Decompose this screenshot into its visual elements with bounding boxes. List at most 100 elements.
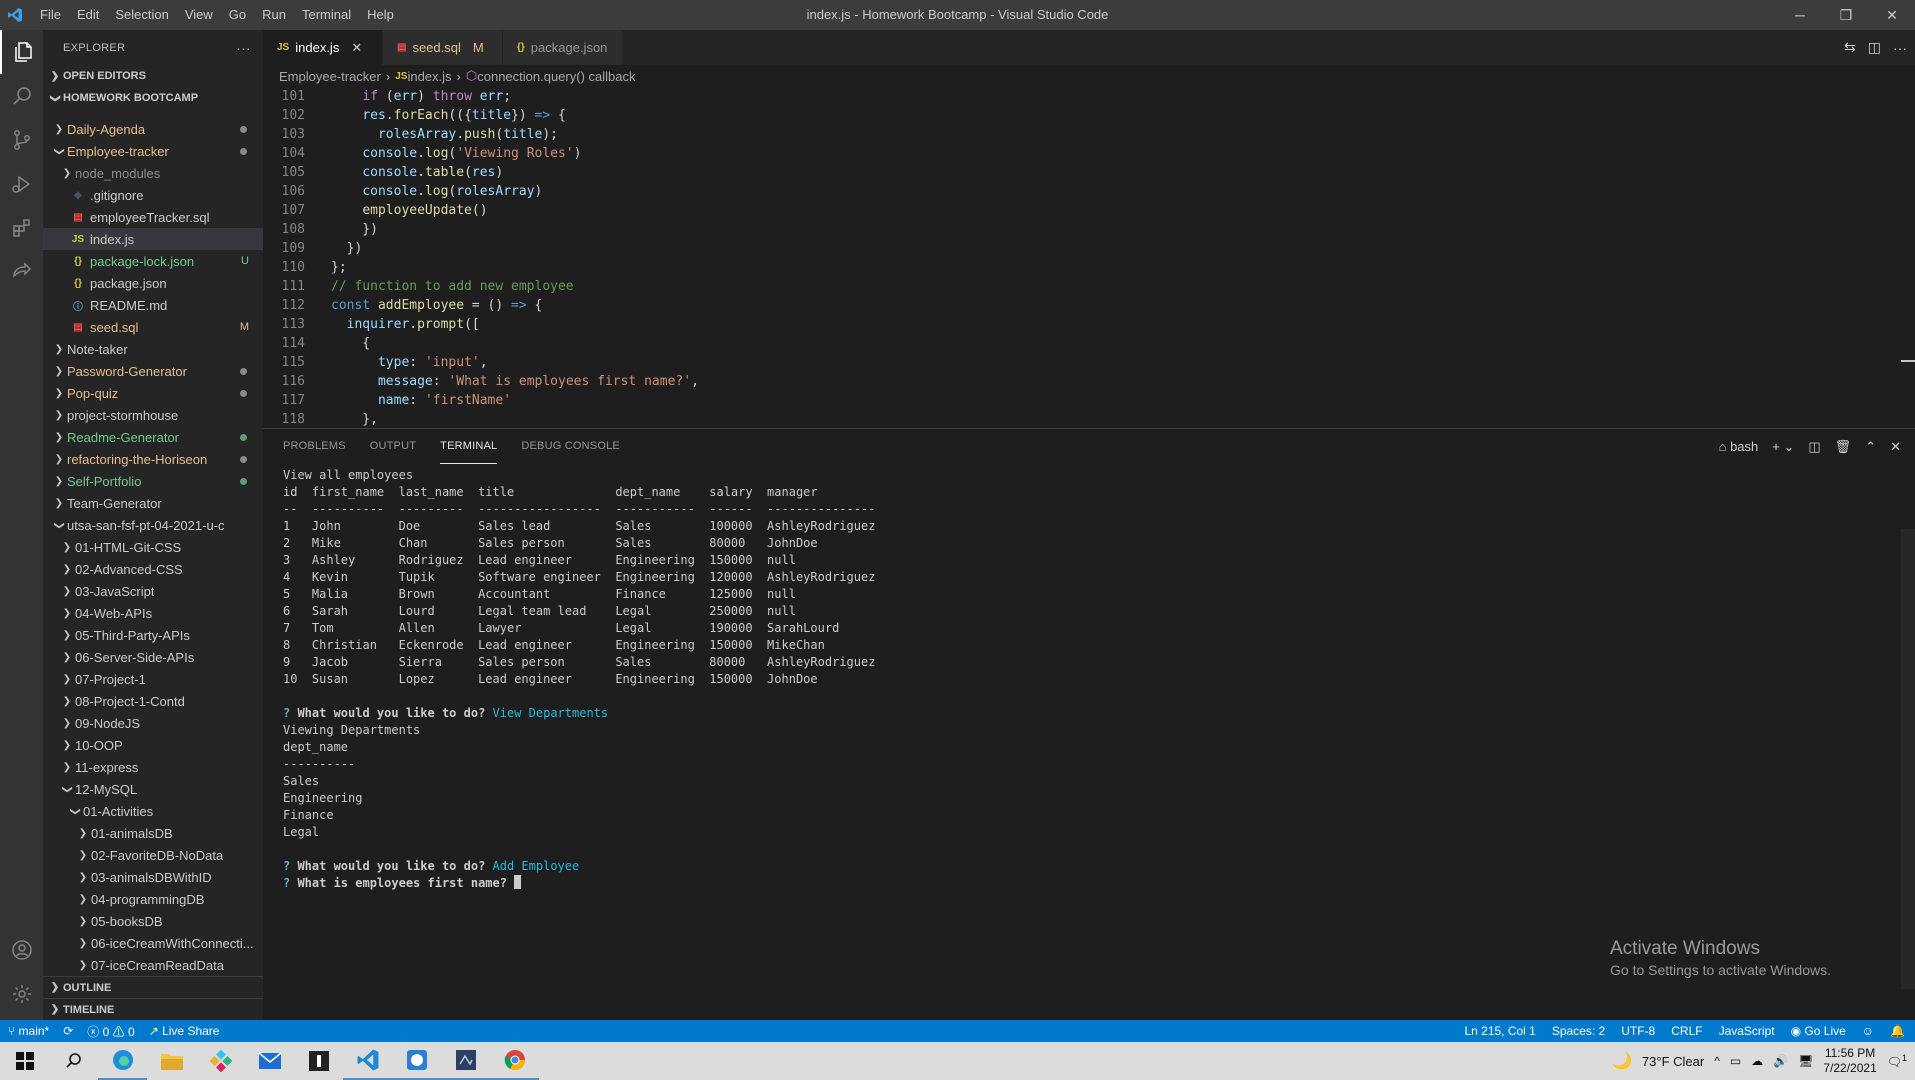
search-icon[interactable] xyxy=(0,74,43,118)
settings-gear-icon[interactable] xyxy=(0,972,43,1016)
folder-item[interactable]: ❯ 07-iceCreamReadData xyxy=(43,954,263,976)
source-control-icon[interactable] xyxy=(0,118,43,162)
maximize-panel-icon[interactable]: ⌃ xyxy=(1865,439,1876,455)
folder-item[interactable]: ❯ Pop-quiz xyxy=(43,382,263,404)
encoding[interactable]: UTF-8 xyxy=(1621,1024,1655,1038)
windows-start-icon[interactable] xyxy=(0,1042,49,1080)
panel-tab-problems[interactable]: PROBLEMS xyxy=(283,429,346,464)
folder-item[interactable]: ❯ Note-taker xyxy=(43,338,263,360)
folder-item[interactable]: ❯ 04-programmingDB xyxy=(43,888,263,910)
file-item[interactable]: {} package.json xyxy=(43,272,263,294)
file-item[interactable]: ▤ employeeTracker.sql xyxy=(43,206,263,228)
folder-item[interactable]: ❯ utsa-san-fsf-pt-04-2021-u-c xyxy=(43,514,263,536)
onedrive-icon[interactable]: ☁ xyxy=(1751,1054,1763,1068)
folder-item[interactable]: ❯ 05-booksDB xyxy=(43,910,263,932)
folder-item[interactable]: ❯ refactoring-the-Horiseon xyxy=(43,448,263,470)
panel-tab-debug-console[interactable]: DEBUG CONSOLE xyxy=(521,429,620,464)
breadcrumb-item[interactable]: connection.query() callback xyxy=(477,69,635,84)
vscode-logo-icon[interactable] xyxy=(2,0,28,30)
folder-item[interactable]: ❯ 07-Project-1 xyxy=(43,668,263,690)
weather-icon[interactable]: 🌙 xyxy=(1612,1051,1632,1071)
breadcrumb-item[interactable]: index.js xyxy=(407,69,451,84)
folder-item[interactable]: ❯ node_modules xyxy=(43,162,263,184)
menu-view[interactable]: View xyxy=(177,0,221,30)
chrome-icon[interactable] xyxy=(490,1042,539,1080)
menu-edit[interactable]: Edit xyxy=(69,0,107,30)
open-editors-section[interactable]: ❯ OPEN EDITORS xyxy=(43,65,263,87)
menu-terminal[interactable]: Terminal xyxy=(294,0,359,30)
edge-browser-icon[interactable] xyxy=(98,1042,147,1080)
taskbar-search-icon[interactable] xyxy=(49,1042,98,1080)
tab-package-json[interactable]: {} package.json xyxy=(503,30,623,65)
folder-item[interactable]: ❯ Employee-tracker xyxy=(43,140,263,162)
open-changes-icon[interactable]: ⇆ xyxy=(1844,39,1856,56)
close-tab-icon[interactable]: ✕ xyxy=(351,40,362,56)
folder-item[interactable]: ❯ 12-MySQL xyxy=(43,778,263,800)
file-item[interactable]: ◆ .gitignore xyxy=(43,184,263,206)
sync-icon[interactable]: ⟳ xyxy=(63,1024,73,1038)
folder-item[interactable]: ❯ 04-Web-APIs xyxy=(43,602,263,624)
menu-file[interactable]: File xyxy=(32,0,69,30)
extensions-icon[interactable] xyxy=(0,206,43,250)
kill-terminal-icon[interactable]: 🗑 xyxy=(1835,439,1852,455)
weather-label[interactable]: 73°F Clear xyxy=(1642,1054,1704,1069)
folder-item[interactable]: ❯ Team-Generator xyxy=(43,492,263,514)
cursor-position[interactable]: Ln 215, Col 1 xyxy=(1464,1024,1535,1038)
slack-icon[interactable] xyxy=(196,1042,245,1080)
files-icon[interactable] xyxy=(0,30,43,74)
folder-item[interactable]: ❯ 01-animalsDB xyxy=(43,822,263,844)
notifications-bell-icon[interactable]: 🔔 xyxy=(1890,1024,1905,1038)
folder-item[interactable]: ❯ 11-express xyxy=(43,756,263,778)
terminal-scrollbar[interactable] xyxy=(1901,529,1915,989)
indentation[interactable]: Spaces: 2 xyxy=(1552,1024,1605,1038)
breadcrumb-item[interactable]: Employee-tracker xyxy=(279,69,381,84)
folder-item[interactable]: ❯ Password-Generator xyxy=(43,360,263,382)
tab-index-js[interactable]: JS index.js ✕ xyxy=(263,30,383,65)
mail-icon[interactable] xyxy=(245,1042,294,1080)
folder-item[interactable]: ❯ 09-NodeJS xyxy=(43,712,263,734)
restore-button[interactable]: ❐ xyxy=(1823,0,1869,30)
notification-center-icon[interactable]: 🗨1 xyxy=(1887,1053,1907,1069)
close-panel-icon[interactable]: ✕ xyxy=(1890,439,1901,455)
chevron-up-icon[interactable]: ^ xyxy=(1714,1054,1720,1068)
folder-item[interactable]: ❯ 02-FavoriteDB-NoData xyxy=(43,844,263,866)
terminal-shell-selector[interactable]: ⌂ bash xyxy=(1719,439,1759,454)
live-share-status[interactable]: ↗ Live Share xyxy=(149,1024,220,1038)
clock[interactable]: 11:56 PM 7/22/2021 xyxy=(1823,1046,1876,1076)
folder-item[interactable]: ❯ 01-HTML-Git-CSS xyxy=(43,536,263,558)
folder-item[interactable]: ❯ Self-Portfolio xyxy=(43,470,263,492)
folder-item[interactable]: ❯ project-stormhouse xyxy=(43,404,263,426)
app-icon[interactable] xyxy=(294,1042,343,1080)
menu-run[interactable]: Run xyxy=(254,0,294,30)
file-item[interactable]: {} package-lock.json U xyxy=(43,250,263,272)
minimize-button[interactable]: ─ xyxy=(1777,0,1823,30)
folder-item[interactable]: ❯ 02-Advanced-CSS xyxy=(43,558,263,580)
terminal-app-icon[interactable] xyxy=(441,1042,490,1080)
vscode-taskbar-icon[interactable] xyxy=(343,1042,392,1080)
file-item[interactable]: ⓘ README.md xyxy=(43,294,263,316)
split-terminal-icon[interactable]: ◫ xyxy=(1808,439,1820,455)
new-terminal-icon[interactable]: + ⌄ xyxy=(1772,439,1794,455)
file-explorer-icon[interactable] xyxy=(147,1042,196,1080)
outline-section[interactable]: ❯ OUTLINE xyxy=(43,976,263,998)
panel-tab-output[interactable]: OUTPUT xyxy=(370,429,416,464)
tab-seed-sql[interactable]: ▤ seed.sql M xyxy=(383,30,503,65)
folder-item[interactable]: ❯ 03-animalsDBWithID xyxy=(43,866,263,888)
feedback-icon[interactable]: ☺ xyxy=(1862,1024,1874,1038)
close-window-button[interactable]: ✕ xyxy=(1869,0,1915,30)
terminal-cursor[interactable] xyxy=(514,875,522,889)
terminal-output[interactable]: View all employees id first_name last_nam… xyxy=(283,467,1883,1007)
file-item[interactable]: JS index.js xyxy=(43,228,263,250)
more-actions-icon[interactable]: ··· xyxy=(236,40,251,56)
more-actions-icon[interactable]: ··· xyxy=(1893,40,1907,56)
file-item[interactable]: ▤ seed.sql M xyxy=(43,316,263,338)
folder-item[interactable]: ❯ 03-JavaScript xyxy=(43,580,263,602)
end-of-line[interactable]: CRLF xyxy=(1671,1024,1702,1038)
go-live-button[interactable]: ◉ Go Live xyxy=(1791,1024,1846,1038)
problems-status[interactable]: ⓧ 0 ⚠ 0 xyxy=(87,1023,134,1040)
folder-item[interactable]: ❯ 06-Server-Side-APIs xyxy=(43,646,263,668)
folder-item[interactable]: ❯ 01-Activities xyxy=(43,800,263,822)
folder-item[interactable]: ❯ 05-Third-Party-APIs xyxy=(43,624,263,646)
code-editor[interactable]: 101 if (err) throw err; 102 res.forEach((… xyxy=(263,87,1915,451)
folder-item[interactable]: ❯ Daily-Agenda xyxy=(43,118,263,140)
